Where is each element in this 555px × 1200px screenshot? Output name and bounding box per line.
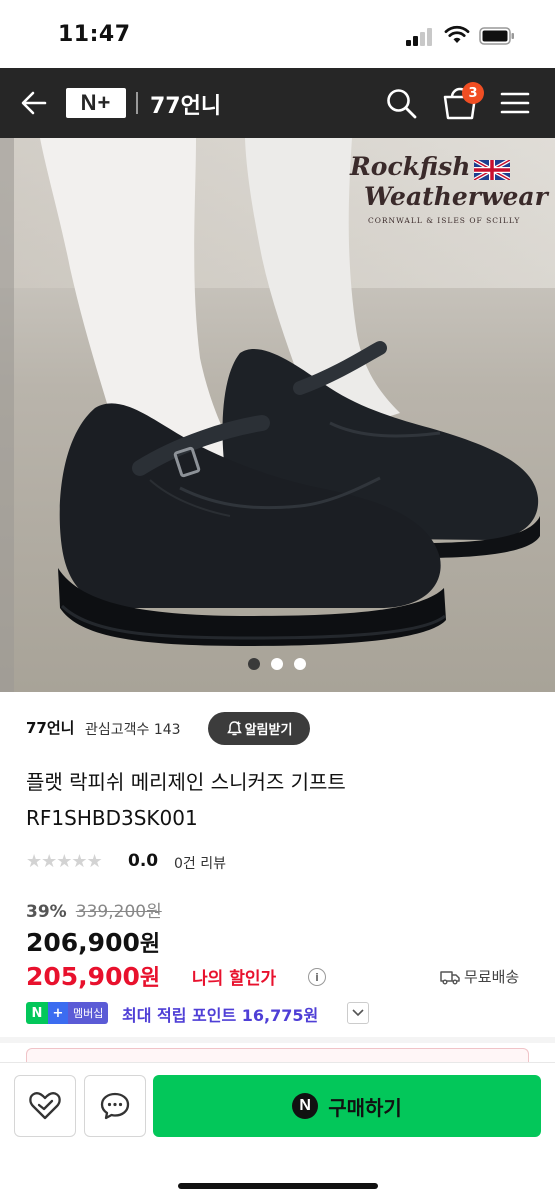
buy-label: 구매하기 xyxy=(328,1095,402,1120)
status-bar: 11:47 xyxy=(0,0,555,68)
header-store-name[interactable]: 77언니 xyxy=(150,88,221,120)
my-price-label: 나의 할인가 xyxy=(192,969,277,989)
notify-button[interactable]: 알림받기 xyxy=(208,712,310,745)
store-row: 77언니 관심고객수 143 알림받기 xyxy=(26,712,536,746)
chevron-down-icon[interactable] xyxy=(347,1002,369,1024)
membership-points-row[interactable]: N + 멤버십 최대 적립 포인트 16,775원 xyxy=(26,1000,536,1026)
hamburger-menu-icon[interactable] xyxy=(500,88,530,118)
search-icon[interactable] xyxy=(384,86,418,120)
cart-count-badge: 3 xyxy=(462,82,484,104)
info-icon[interactable]: i xyxy=(308,968,326,986)
max-points-text: 최대 적립 포인트 16,775원 xyxy=(122,1006,319,1025)
discount-rate: 39% xyxy=(26,902,67,922)
store-name[interactable]: 77언니 xyxy=(26,717,74,738)
home-indicator xyxy=(178,1183,378,1189)
notify-label: 알림받기 xyxy=(244,723,293,738)
bottom-action-bar: N 구매하기 xyxy=(0,1062,555,1200)
membership-plus: + xyxy=(48,1002,68,1024)
my-price-value: 205,900 xyxy=(26,962,140,991)
membership-n: N xyxy=(26,1002,48,1024)
review-count[interactable]: 0건 리뷰 xyxy=(174,853,226,873)
product-title: 플랫 락피쉬 메리제인 스니커즈 기프트 RF1SHBD3SK001 xyxy=(26,764,526,836)
naver-plus-logo[interactable]: N+ xyxy=(66,88,126,118)
bell-plus-icon xyxy=(226,721,242,736)
heart-check-icon xyxy=(29,1092,61,1120)
naver-pay-icon: N xyxy=(292,1093,319,1119)
free-shipping: 무료배송 xyxy=(440,966,519,987)
brand-tagline: CORNWALL & ISLES OF SCILLY xyxy=(368,216,521,225)
product-image[interactable]: Rockfish Weatherwear CORNWALL & ISLES OF… xyxy=(0,138,555,692)
buy-button[interactable]: N 구매하기 xyxy=(153,1075,541,1137)
carousel-dot[interactable] xyxy=(294,658,306,670)
follower-count: 관심고객수 143 xyxy=(85,722,181,738)
chat-bubble-icon xyxy=(100,1092,130,1120)
my-price-row: 205,900원 나의 할인가 i 무료배송 xyxy=(26,960,536,992)
wishlist-button[interactable] xyxy=(14,1075,76,1137)
original-price: 339,200원 xyxy=(75,902,162,922)
section-divider xyxy=(0,1037,555,1043)
logo-text: N+ xyxy=(80,90,112,115)
brand-name-line1: Rockfish xyxy=(350,152,471,181)
uk-flag-icon xyxy=(474,160,510,180)
brand-logo: Rockfish Weatherwear CORNWALL & ISLES OF… xyxy=(350,152,548,225)
sale-price: 206,900원 xyxy=(26,926,160,958)
delivery-truck-icon xyxy=(440,970,460,984)
naver-plus-membership-badge: N + 멤버십 xyxy=(26,1002,109,1024)
battery-icon xyxy=(479,27,514,45)
rating-stars: ★★★★★ xyxy=(26,851,103,872)
app-header: N+ 77언니 3 xyxy=(0,68,555,138)
cellular-signal-icon xyxy=(406,28,434,46)
sale-price-unit: 원 xyxy=(139,932,161,957)
wifi-icon xyxy=(444,25,470,43)
product-title-line1: 플랫 락피쉬 메리제인 스니커즈 기프트 xyxy=(26,770,346,794)
discount-row: 39% 339,200원 xyxy=(26,897,162,922)
rating-row[interactable]: ★★★★★ 0.0 0건 리뷰 xyxy=(26,850,426,874)
back-arrow-icon[interactable] xyxy=(18,87,50,119)
rating-value: 0.0 xyxy=(128,851,159,871)
my-discount-price: 205,900원 xyxy=(26,960,160,992)
free-shipping-label: 무료배송 xyxy=(464,968,520,986)
product-title-line2: RF1SHBD3SK001 xyxy=(26,806,198,830)
header-divider xyxy=(136,92,138,114)
sale-price-value: 206,900 xyxy=(26,928,140,957)
carousel-dot[interactable] xyxy=(271,658,283,670)
membership-label: 멤버십 xyxy=(68,1002,109,1024)
status-time: 11:47 xyxy=(58,22,131,47)
carousel-dot[interactable] xyxy=(248,658,260,670)
my-price-unit: 원 xyxy=(139,966,161,991)
brand-name-line2: Weatherwear xyxy=(364,182,548,211)
talk-button[interactable] xyxy=(84,1075,146,1137)
carousel-indicator xyxy=(248,658,308,672)
